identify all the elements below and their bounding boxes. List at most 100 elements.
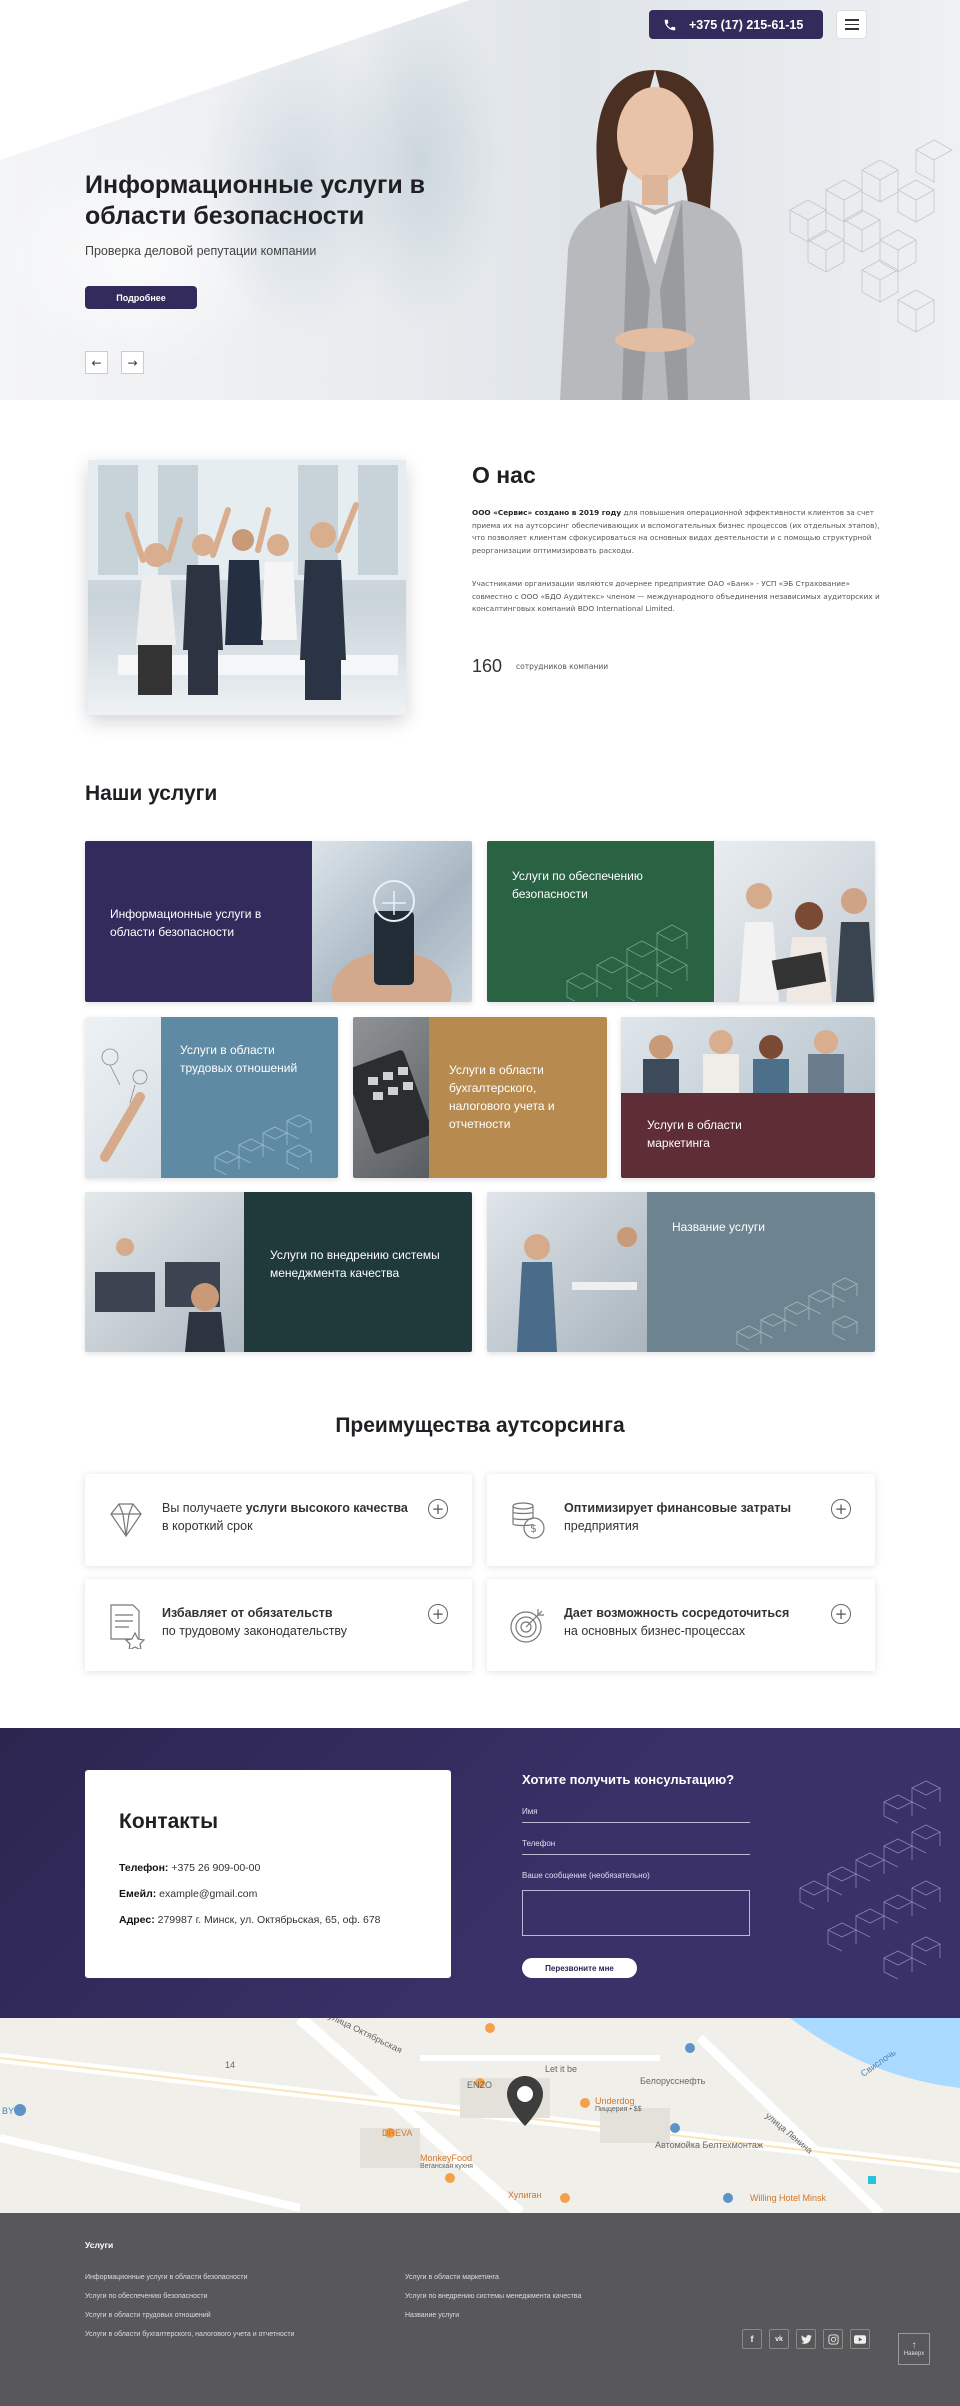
menu-button[interactable] [836, 10, 867, 39]
phone-icon [664, 19, 676, 30]
employees-label: сотрудников компании [516, 662, 609, 671]
advantage-card-focus: Дает возможность сосредоточиться на осно… [487, 1579, 875, 1671]
advantage-text: Оптимизирует финансовые затраты предприя… [564, 1501, 792, 1533]
map-label: Белорусснефть [640, 2076, 706, 2086]
advantage-text: Дает возможность сосредоточиться на осно… [564, 1606, 790, 1638]
service-card-labor-relations[interactable]: Услуги в области трудовых отношений [85, 1017, 338, 1178]
service-card-label: Услуги по внедрению системы менеджмента … [270, 1248, 440, 1280]
slider-next-button[interactable]: → [121, 351, 144, 374]
map[interactable]: улица Октябрьская Let it be ENZO Underdo… [0, 2018, 960, 2213]
phone-field[interactable]: Телефон [522, 1839, 555, 1848]
services-title: Наши услуги [85, 782, 218, 805]
advantage-card-obligations: Избавляет от обязательств по трудовому з… [85, 1579, 472, 1671]
message-textarea[interactable] [522, 1890, 750, 1936]
map-label: Автомойка Белтехмонтаж [655, 2140, 763, 2150]
name-field[interactable]: Имя [522, 1807, 538, 1816]
footer-link[interactable]: Услуги в области трудовых отношений [85, 2312, 211, 2319]
service-card-label: Услуги по обеспечению безопасности [512, 869, 643, 901]
footer-services-title: Услуги [85, 2240, 114, 2250]
map-label: Пиццерия • $$ [595, 2106, 642, 2113]
map-label: 14 [225, 2060, 236, 2070]
footer: Услуги Информационные услуги в области б… [0, 2213, 960, 2406]
map-label: Веганская кухня [420, 2163, 473, 2170]
service-card-marketing[interactable]: Услуги в области маркетинга [621, 1017, 875, 1178]
hero-title: Информационные услуги в области безопасн… [85, 171, 426, 230]
coins-icon: $ [512, 1502, 545, 1539]
hero-details-button[interactable]: Подробнее [85, 286, 197, 309]
hero-person-photo [560, 70, 750, 400]
advantage-text: Избавляет от обязательств по трудовому з… [162, 1606, 348, 1638]
contacts-card: Контакты Телефон: +375 26 909-00-00 Емей… [85, 1770, 451, 1978]
name-field-underline [522, 1822, 750, 1823]
footer-link[interactable]: Информационные услуги в области безопасн… [85, 2274, 248, 2281]
expand-plus-button[interactable]: + [428, 1499, 448, 1519]
facebook-icon[interactable]: f [742, 2329, 762, 2349]
footer-link[interactable]: Услуги по обеспечению безопасности [85, 2293, 208, 2300]
form-title: Хотите получить консультацию? [522, 1772, 735, 1787]
map-label: Underdog [595, 2096, 635, 2106]
service-card-info-security[interactable]: Информационные услуги в области безопасн… [85, 841, 472, 1002]
advantages-title: Преимущества аутсорсинга [335, 1414, 625, 1437]
expand-plus-button[interactable]: + [428, 1604, 448, 1624]
service-card-label: Услуги в области бухгалтерского, налогов… [449, 1063, 555, 1131]
hamburger-icon [844, 19, 859, 21]
service-card-label: Информационные услуги в области безопасн… [110, 907, 262, 939]
advantage-text: Вы получаете услуги высокого качества в … [162, 1501, 408, 1533]
document-icon [110, 1604, 146, 1649]
map-label: BY [2, 2106, 15, 2116]
hero-subtitle: Проверка деловой репутации компании [85, 244, 317, 258]
about-paragraph-2: Участниками организации являются дочерне… [472, 579, 880, 613]
cubes-pattern [214, 1114, 312, 1176]
advantage-card-costs: $ Оптимизирует финансовые затраты предпр… [487, 1474, 875, 1566]
target-icon [510, 1609, 544, 1643]
phone-field-underline [522, 1854, 750, 1855]
contact-phone[interactable]: Телефон: +375 26 909-00-00 [119, 1862, 260, 1874]
map-label: MonkeyFood [420, 2153, 473, 2163]
service-card-security[interactable]: Услуги по обеспечению безопасности [487, 841, 875, 1002]
map-label: DREVA [382, 2128, 413, 2138]
map-label: Let it be [545, 2064, 578, 2074]
service-card-label: Название услуги [672, 1220, 765, 1234]
map-canvas [0, 2018, 960, 2213]
contacts-title: Контакты [119, 1810, 219, 1833]
cubes-pattern [566, 924, 688, 1001]
about-title: О нас [472, 462, 536, 488]
callback-button[interactable]: Перезвоните мне [522, 1958, 637, 1978]
expand-plus-button[interactable]: + [831, 1604, 851, 1624]
twitter-icon[interactable] [796, 2329, 816, 2349]
scroll-to-top-button[interactable]: ↑ Наверх [898, 2333, 930, 2365]
map-label: Willing Hotel Minsk [750, 2193, 827, 2203]
instagram-icon[interactable] [823, 2329, 843, 2349]
hero-banner: Информационные услуги в области безопасн… [0, 0, 960, 400]
service-card-quality-management[interactable]: Услуги по внедрению системы менеджмента … [85, 1192, 472, 1352]
service-card-label: Услуги в области маркетинга [647, 1118, 742, 1150]
diamond-icon [110, 1503, 142, 1538]
vk-icon[interactable]: vk [769, 2329, 789, 2349]
footer-link[interactable]: Услуги по внедрению системы менеджмента … [405, 2293, 581, 2300]
footer-link[interactable]: Услуги в области маркетинга [405, 2274, 499, 2281]
message-label: Ваше сообщение (необязательно) [522, 1871, 650, 1880]
youtube-icon[interactable] [850, 2329, 870, 2349]
expand-plus-button[interactable]: + [831, 1499, 851, 1519]
service-card-label: Услуги в области трудовых отношений [180, 1043, 298, 1075]
about-team-photo [88, 460, 406, 715]
about-paragraph-1: ООО «Сервис» создано в 2019 году для пов… [472, 508, 880, 555]
contact-address: Адрес: 279987 г. Минск, ул. Октябрьская,… [119, 1914, 381, 1926]
service-card-accounting[interactable]: Услуги в области бухгалтерского, налогов… [353, 1017, 607, 1178]
map-label: Хулиган [508, 2190, 542, 2200]
phone-button[interactable]: +375 (17) 215-61-15 [649, 10, 823, 39]
cubes-pattern [736, 1277, 858, 1351]
page: Информационные услуги в области безопасн… [0, 0, 960, 2406]
map-label: ENZO [467, 2080, 493, 2090]
slider-prev-button[interactable]: ← [85, 351, 108, 374]
footer-link[interactable]: Услуги в области бухгалтерского, налогов… [85, 2331, 294, 2338]
arrow-up-icon: ↑ [911, 2340, 917, 2351]
cubes-pattern [799, 1780, 941, 1980]
phone-number: +375 (17) 215-61-15 [689, 17, 804, 32]
svg-text:$: $ [530, 1522, 537, 1535]
footer-link[interactable]: Название услуги [405, 2312, 459, 2319]
employees-count: 160 [472, 656, 503, 676]
advantage-card-quality: Вы получаете услуги высокого качества в … [85, 1474, 472, 1566]
contact-email[interactable]: Емейл: example@gmail.com [119, 1888, 257, 1900]
service-card-generic[interactable]: Название услуги [487, 1192, 875, 1352]
